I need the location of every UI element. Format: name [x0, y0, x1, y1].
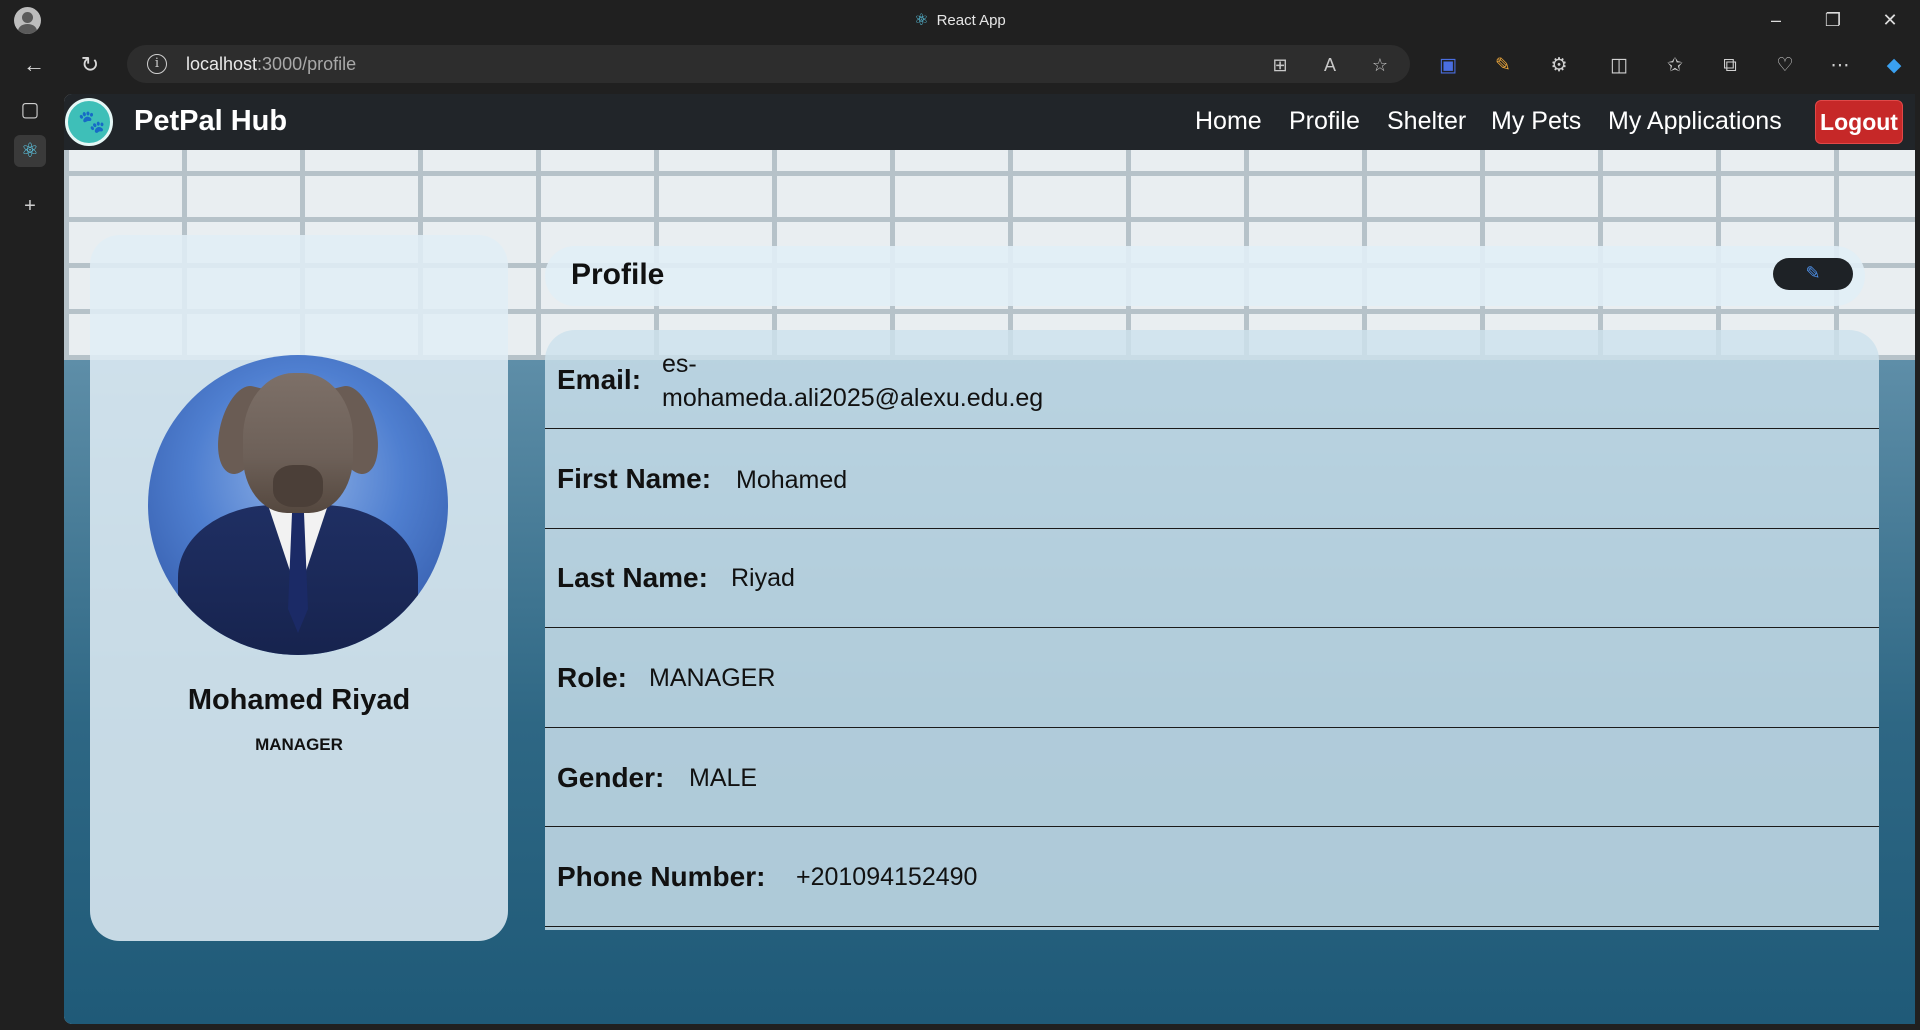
nav-shelter[interactable]: Shelter [1387, 107, 1466, 136]
profile-details-header: Profile ✎ [545, 246, 1865, 306]
profile-name: Mohamed Riyad [187, 684, 411, 716]
field-last-name: Last Name: Riyad [545, 529, 1879, 628]
profile-role: MANAGER [255, 735, 343, 754]
logout-button[interactable]: Logout [1815, 100, 1903, 144]
role-label: Role: [557, 662, 627, 693]
collections-icon[interactable]: ⧉ [1716, 52, 1744, 80]
site-info-icon[interactable]: i [147, 54, 167, 74]
first-name-value: Mohamed [736, 466, 848, 494]
browser-toolbar: ← ↻ i localhost:3000/profile ⊞ A ☆ ▣ ✎ ⚙… [0, 40, 1920, 88]
gender-value: MALE [689, 764, 758, 792]
app-navbar: 🐾 PetPal Hub Home Profile Shelter My Pet… [64, 94, 1915, 150]
address-bar[interactable]: i localhost:3000/profile ⊞ A ☆ [127, 45, 1410, 83]
url-text[interactable]: localhost:3000/profile [186, 54, 356, 75]
extensions-puzzle-icon[interactable]: ⚙ [1545, 52, 1573, 80]
copilot-icon[interactable]: ◆ [1880, 52, 1908, 80]
field-first-name: First Name: Mohamed [545, 429, 1879, 529]
petpal-logo-icon[interactable]: 🐾 [65, 98, 113, 146]
email-label: Email: [557, 364, 642, 395]
app-available-icon[interactable]: ⊞ [1267, 52, 1293, 78]
browser-titlebar: ⚛ React App – ❐ ✕ [0, 0, 1920, 40]
field-phone-number: Phone Number: +201094152490 [545, 827, 1879, 927]
favorite-star-icon[interactable]: ☆ [1367, 52, 1393, 78]
phone-number-label: Phone Number: [557, 861, 766, 892]
field-email: Email: es- mohameda.ali2025@alexu.edu.eg [545, 338, 1879, 429]
react-icon: ⚛ [914, 12, 929, 29]
profile-avatar [148, 355, 448, 655]
details-title: Profile [571, 258, 665, 291]
nav-home[interactable]: Home [1195, 107, 1262, 136]
tab-actions-icon[interactable]: ▢ [14, 94, 46, 126]
read-aloud-icon[interactable]: A [1317, 52, 1343, 78]
gender-label: Gender: [557, 762, 665, 793]
brand-name[interactable]: PetPal Hub [134, 105, 287, 138]
nav-my-pets[interactable]: My Pets [1491, 107, 1581, 136]
nav-profile[interactable]: Profile [1289, 107, 1360, 136]
last-name-label: Last Name: [557, 562, 708, 593]
role-value: MANAGER [649, 664, 776, 692]
window-title: ⚛ React App [914, 12, 1006, 29]
field-gender: Gender: MALE [545, 728, 1879, 827]
back-icon[interactable]: ← [17, 48, 51, 82]
new-tab-icon[interactable]: + [14, 190, 46, 222]
restore-icon[interactable]: ❐ [1818, 8, 1848, 32]
more-options-icon[interactable]: ⋯ [1826, 52, 1854, 80]
phone-number-value: +201094152490 [796, 863, 978, 891]
minimize-icon[interactable]: – [1761, 8, 1791, 32]
nav-my-applications[interactable]: My Applications [1608, 107, 1782, 136]
favorites-icon[interactable]: ✩ [1661, 52, 1689, 80]
paw-icon: 🐾 [78, 109, 106, 134]
field-role: Role: MANAGER [545, 628, 1879, 728]
close-window-icon[interactable]: ✕ [1875, 8, 1905, 32]
email-value-line2: mohameda.ali2025@alexu.edu.eg [662, 384, 1044, 412]
vertical-tabs-sidebar: ▢ ⚛ + [0, 88, 64, 1030]
browser-essentials-icon[interactable]: ♡ [1771, 52, 1799, 80]
email-value-line1: es- [662, 350, 697, 378]
first-name-label: First Name: [557, 463, 712, 494]
last-name-value: Riyad [731, 564, 795, 592]
refresh-icon[interactable]: ↻ [73, 48, 107, 82]
extension-icon[interactable]: ▣ [1434, 52, 1462, 80]
color-extension-icon[interactable]: ✎ [1489, 52, 1517, 80]
split-screen-icon[interactable]: ◫ [1605, 52, 1633, 80]
react-tab-icon[interactable]: ⚛ [14, 135, 46, 167]
pencil-icon: ✎ [1805, 263, 1821, 283]
edit-profile-button[interactable]: ✎ [1773, 258, 1853, 290]
